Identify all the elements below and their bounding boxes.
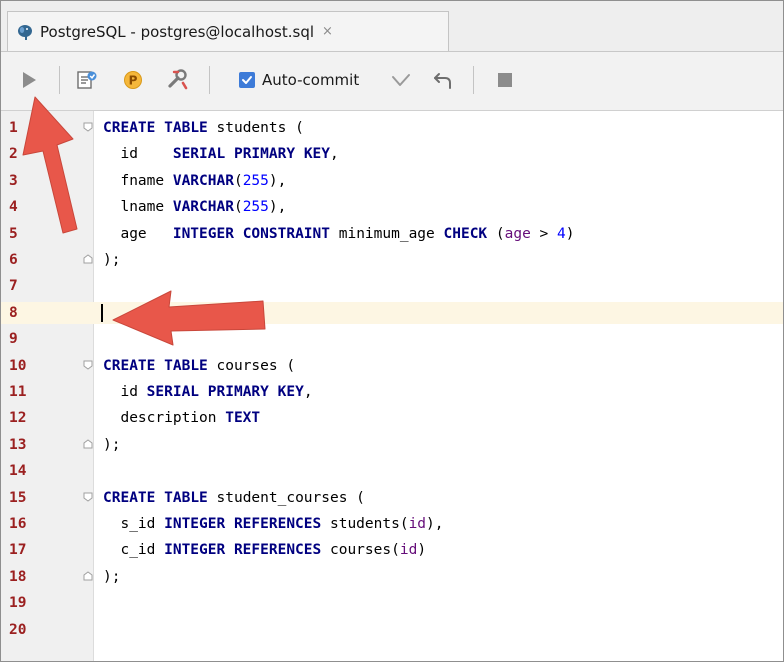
toolbar-divider <box>59 66 60 94</box>
auto-commit-toggle[interactable]: Auto-commit <box>239 68 359 92</box>
text-cursor <box>101 303 103 322</box>
code-text: CREATE TABLE student_courses ( <box>103 489 365 506</box>
code-line[interactable]: 14 <box>1 460 783 482</box>
code-text: CREATE TABLE courses ( <box>103 357 296 374</box>
code-text: id SERIAL PRIMARY KEY, <box>103 384 313 400</box>
line-number: 9 <box>9 331 18 348</box>
line-number: 4 <box>9 199 18 216</box>
stop-button[interactable] <box>493 68 517 92</box>
code-text: c_id INTEGER REFERENCES courses(id) <box>103 542 427 559</box>
line-number: 8 <box>9 304 18 321</box>
code-line[interactable]: 8 <box>1 301 783 324</box>
code-line[interactable]: 18); <box>1 566 783 588</box>
parameters-button[interactable]: P <box>121 68 145 92</box>
code-line[interactable]: 7 <box>1 275 783 297</box>
commit-check-icon <box>392 74 410 86</box>
code-text: ); <box>103 568 121 585</box>
close-icon[interactable]: × <box>322 24 333 39</box>
code-line[interactable]: 15 CREATE TABLE student_courses ( <box>1 487 783 509</box>
code-text: age INTEGER CONSTRAINT minimum_age CHECK… <box>103 225 575 242</box>
code-line[interactable]: 19 <box>1 592 783 614</box>
explain-plan-icon <box>77 71 97 89</box>
line-number: 18 <box>9 568 27 585</box>
auto-commit-label: Auto-commit <box>262 71 360 89</box>
postgresql-elephant-icon <box>16 23 34 41</box>
code-line[interactable]: 10 CREATE TABLE courses ( <box>1 355 783 377</box>
stop-icon <box>498 73 512 87</box>
editor-tab-bar: PostgreSQL - postgres@localhost.sql × <box>1 1 783 52</box>
rollback-icon <box>434 73 451 89</box>
line-number: 12 <box>9 410 27 427</box>
fold-open-icon[interactable] <box>83 492 93 502</box>
code-line[interactable]: 1 CREATE TABLE students ( <box>1 117 783 139</box>
code-text: description TEXT <box>103 410 261 427</box>
svg-text:P: P <box>129 74 138 88</box>
code-line[interactable]: 6); <box>1 249 783 271</box>
code-text: CREATE TABLE students ( <box>103 120 304 136</box>
line-number: 13 <box>9 436 27 453</box>
toolbar-divider <box>473 66 474 94</box>
rollback-button[interactable] <box>431 68 455 92</box>
code-line[interactable]: 2 id SERIAL PRIMARY KEY, <box>1 143 783 165</box>
line-number: 16 <box>9 516 27 532</box>
code-line[interactable]: 16 s_id INTEGER REFERENCES students(id), <box>1 513 783 535</box>
line-number: 1 <box>9 120 18 136</box>
line-number: 19 <box>9 595 27 612</box>
explain-plan-button[interactable] <box>75 68 99 92</box>
fold-close-icon[interactable] <box>83 439 93 449</box>
code-line[interactable]: 12 description TEXT <box>1 407 783 429</box>
line-number: 14 <box>9 463 27 480</box>
code-line[interactable]: 9 <box>1 328 783 350</box>
code-line[interactable]: 4 lname VARCHAR(255), <box>1 196 783 218</box>
settings-wrench-icon <box>168 69 188 90</box>
code-line[interactable]: 20 <box>1 619 783 641</box>
line-number: 7 <box>9 278 18 295</box>
code-line[interactable]: 17 c_id INTEGER REFERENCES courses(id) <box>1 539 783 561</box>
parameters-icon: P <box>124 71 142 89</box>
ide-window: PostgreSQL - postgres@localhost.sql × P … <box>0 0 784 662</box>
code-text: ); <box>103 436 121 453</box>
fold-close-icon[interactable] <box>83 571 93 581</box>
line-number: 10 <box>9 357 27 374</box>
tab-title: PostgreSQL - postgres@localhost.sql <box>40 22 315 41</box>
code-text: ); <box>103 252 121 268</box>
line-number: 6 <box>9 252 18 268</box>
line-number: 17 <box>9 542 27 559</box>
code-text: id SERIAL PRIMARY KEY, <box>103 146 339 163</box>
code-line[interactable]: 5 age INTEGER CONSTRAINT minimum_age CHE… <box>1 223 783 245</box>
line-number: 2 <box>9 146 18 163</box>
fold-close-icon[interactable] <box>83 254 93 264</box>
line-number: 3 <box>9 172 18 189</box>
line-number: 20 <box>9 621 27 638</box>
run-icon <box>23 72 36 88</box>
sql-editor[interactable]: 1 CREATE TABLE students ( 2 id SERIAL PRIM… <box>1 111 783 661</box>
code-text: lname VARCHAR(255), <box>103 199 287 216</box>
fold-open-icon[interactable] <box>83 360 93 370</box>
toolbar-divider <box>209 66 210 94</box>
code-line[interactable]: 11 id SERIAL PRIMARY KEY, <box>1 381 783 403</box>
query-toolbar: P Auto-commit <box>1 52 783 111</box>
line-number: 5 <box>9 225 18 242</box>
code-line[interactable]: 3 fname VARCHAR(255), <box>1 170 783 192</box>
checkbox-checked-icon[interactable] <box>239 72 255 88</box>
code-line[interactable]: 13); <box>1 434 783 456</box>
fold-open-icon[interactable] <box>83 122 93 132</box>
run-button[interactable] <box>17 68 41 92</box>
code-text: s_id INTEGER REFERENCES students(id), <box>103 516 444 532</box>
commit-button[interactable] <box>389 68 413 92</box>
editor-tab[interactable]: PostgreSQL - postgres@localhost.sql × <box>7 11 449 51</box>
line-number: 15 <box>9 489 27 506</box>
line-number: 11 <box>9 384 27 400</box>
code-text: fname VARCHAR(255), <box>103 172 287 189</box>
settings-button[interactable] <box>165 68 191 92</box>
